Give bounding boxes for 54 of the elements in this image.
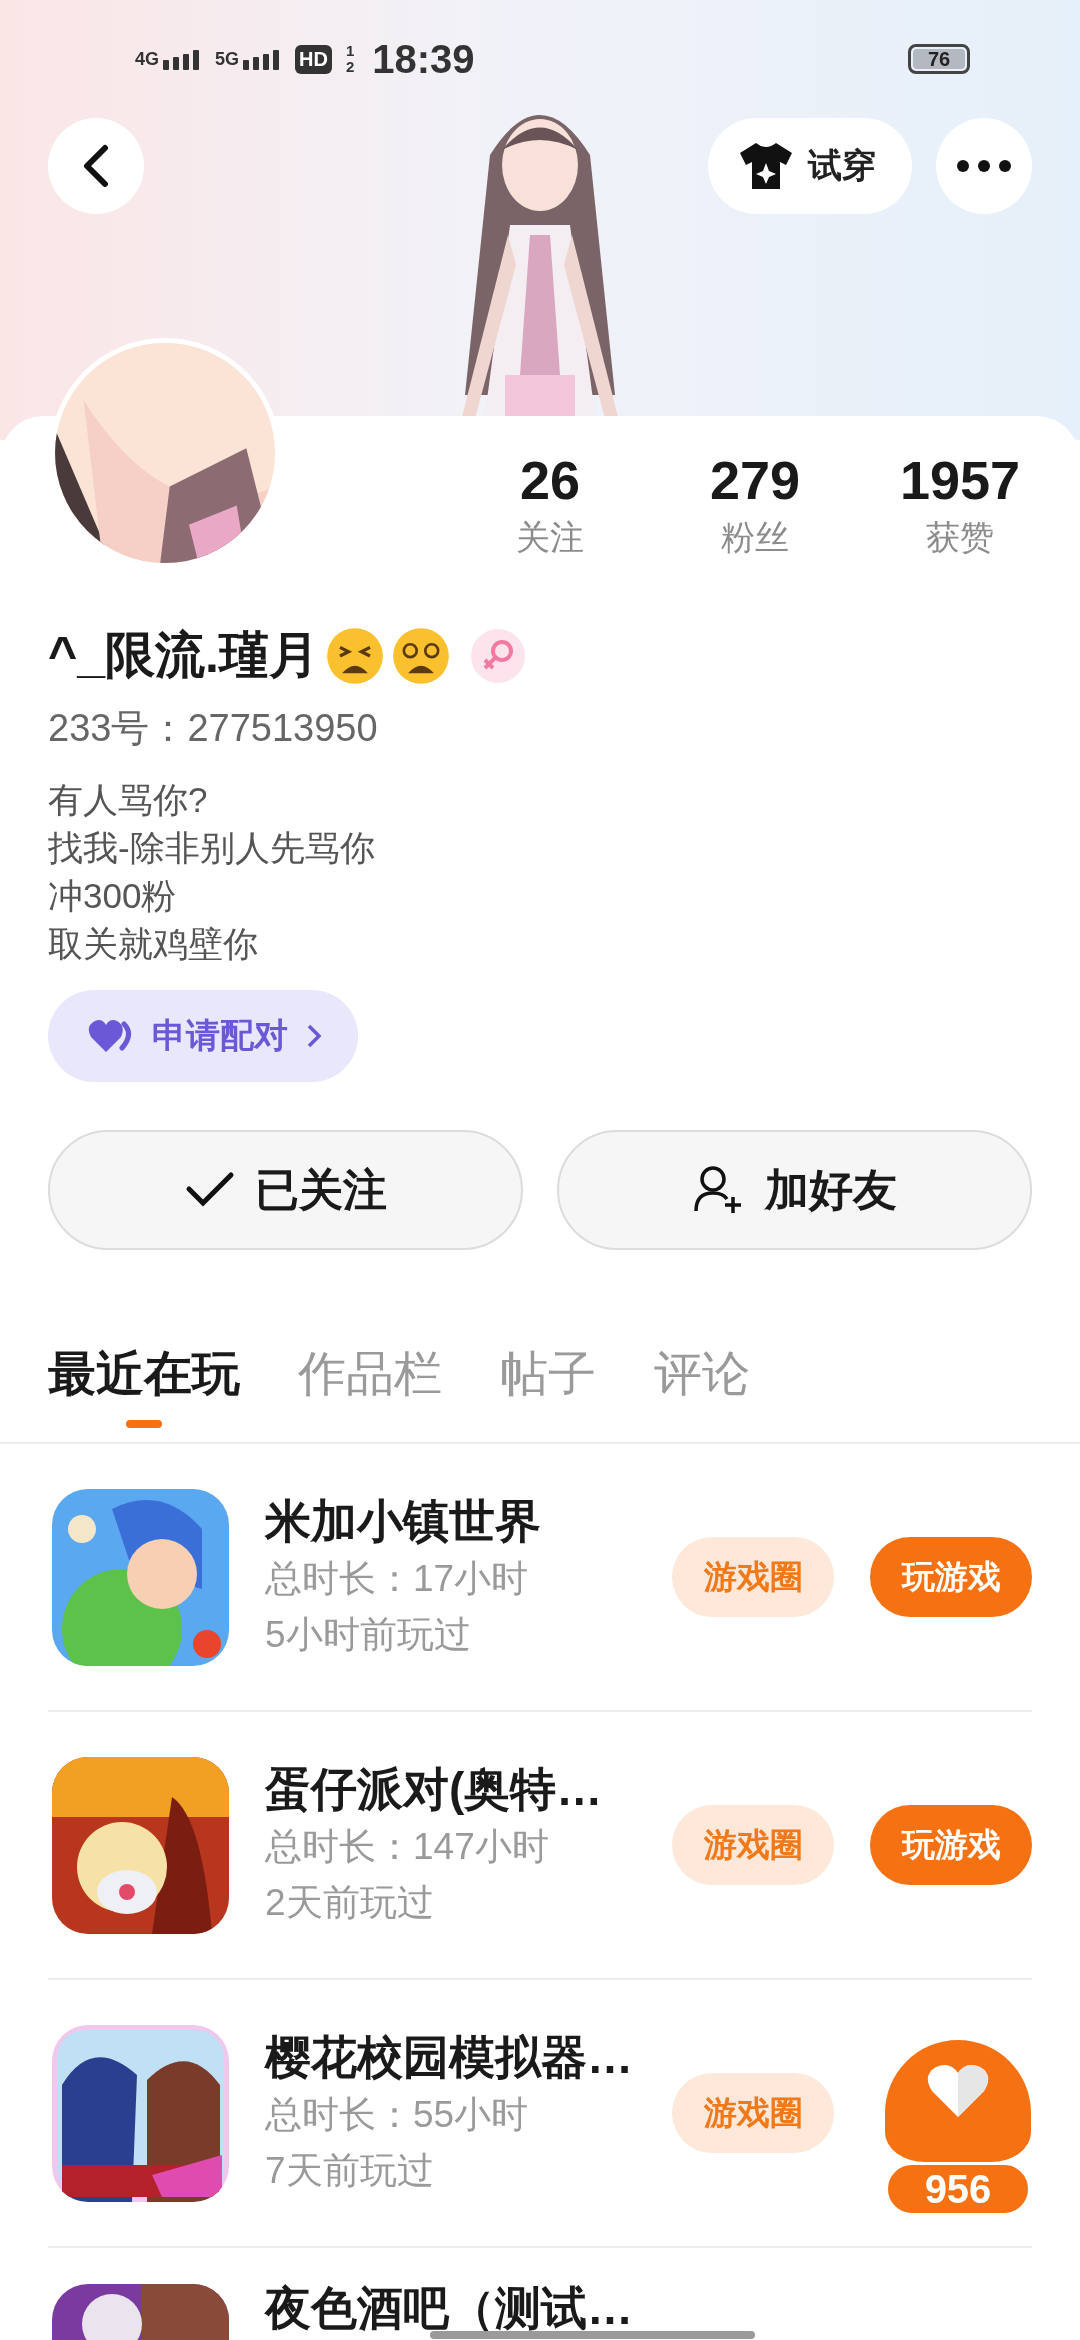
back-icon (83, 144, 109, 188)
user-id: 233号：277513950 (48, 706, 379, 751)
play-duration: 总时长：55小时 (265, 2093, 530, 2137)
signal-icon (243, 49, 282, 70)
like-count: 956 (885, 2162, 1031, 2216)
bio-line: 有人骂你? (48, 779, 209, 821)
network-label: 4G (135, 48, 159, 70)
sim-label: 1 (345, 43, 355, 59)
following-button[interactable]: 已关注 (48, 1130, 523, 1250)
game-circle-button[interactable]: 游戏圈 (672, 2073, 834, 2153)
heart-icon (926, 2063, 990, 2119)
last-played: 7天前玩过 (265, 2149, 435, 2193)
chevron-icon (306, 1023, 322, 1049)
tab[interactable]: 帖子 (500, 1342, 596, 1428)
last-played: 5小时前玩过 (265, 1613, 472, 1657)
emoji-icon (324, 625, 385, 686)
signal-icon (163, 49, 201, 70)
emoji-icon (390, 625, 451, 686)
sim-label: 2 (345, 59, 355, 75)
tab[interactable]: 作品栏 (298, 1342, 442, 1428)
stat-label[interactable]: 获赞 (926, 514, 994, 560)
pair-request-button[interactable]: 申请配对 (48, 990, 358, 1082)
stat-count[interactable]: 279 (709, 446, 801, 514)
clock: 18:39 (372, 36, 475, 82)
tab[interactable]: 最近在玩 (48, 1342, 240, 1428)
stat-count[interactable]: 1957 (899, 446, 1021, 514)
play-duration: 总时长：147小时 (265, 1825, 550, 1869)
try-on-button[interactable]: 试穿 (708, 118, 912, 214)
add-friend-button[interactable]: 加好友 (557, 1130, 1032, 1250)
female-icon (470, 628, 525, 683)
stat-count[interactable]: 26 (519, 446, 581, 514)
bio-line: 冲300粉 (48, 875, 178, 917)
game-title: 蛋仔派对(奥特… (265, 1762, 604, 1817)
tab[interactable]: 评论 (654, 1342, 750, 1428)
stat-label[interactable]: 关注 (516, 514, 584, 560)
more-icon (956, 159, 1012, 173)
stat-label[interactable]: 粉丝 (721, 514, 789, 560)
last-played: 2天前玩过 (265, 1881, 435, 1925)
check-icon (184, 1171, 235, 1209)
game-title: 米加小镇世界 (265, 1494, 542, 1549)
game-circle-button[interactable]: 游戏圈 (672, 1537, 834, 1617)
hd-badge: HD (295, 44, 332, 74)
network-label: 5G (215, 48, 240, 70)
user-name: ^_限流.瑾月 (48, 626, 319, 685)
tshirt-icon (738, 141, 794, 191)
battery-icon: 76 (908, 44, 970, 74)
bio-line: 找我-除非别人先骂你 (48, 827, 376, 869)
bio-line: 取关就鸡壁你 (48, 923, 259, 965)
play-button[interactable]: 玩游戏 (870, 1805, 1032, 1885)
game-title: 樱花校园模拟器… (265, 2030, 634, 2085)
play-button[interactable]: 玩游戏 (870, 1537, 1032, 1617)
game-circle-button[interactable]: 游戏圈 (672, 1805, 834, 1885)
play-duration: 总时长：17小时 (265, 1557, 530, 1601)
heart-icon (88, 1018, 134, 1054)
